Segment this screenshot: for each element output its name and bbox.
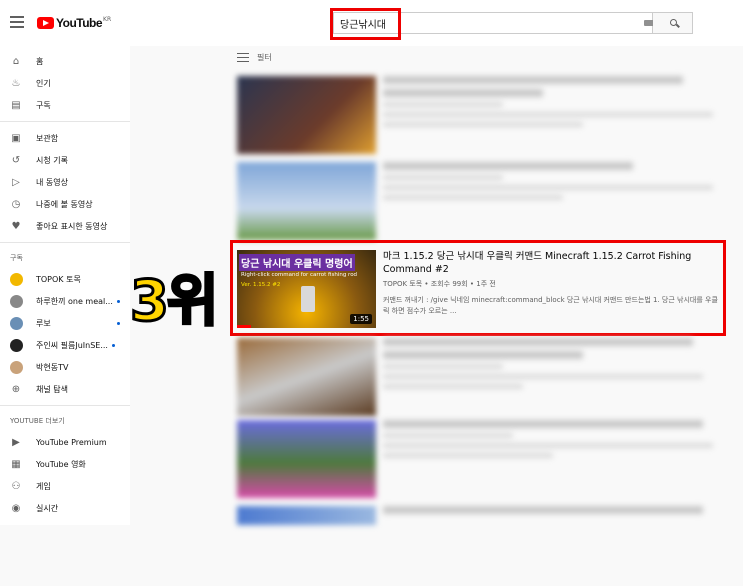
divider xyxy=(0,242,130,243)
video-thumbnail[interactable] xyxy=(237,338,376,416)
avatar xyxy=(10,360,23,374)
sidebar-item-trending[interactable]: ♨ 인기 xyxy=(0,72,130,94)
video-thumbnail[interactable] xyxy=(237,420,376,498)
video-thumbnail[interactable] xyxy=(237,162,376,240)
search-button[interactable] xyxy=(653,12,693,34)
divider xyxy=(0,121,130,122)
youtube-premium-icon: ▶ xyxy=(12,436,20,448)
sidebar-item-label: 보관함 xyxy=(36,133,59,143)
avatar xyxy=(10,316,23,330)
subscriptions-icon: ▤ xyxy=(11,99,21,111)
sidebar-item-watch-later[interactable]: ◷ 나중에 볼 동영상 xyxy=(0,193,130,215)
sidebar-item-home[interactable]: ⌂ 홈 xyxy=(0,50,130,72)
sidebar-item-label: 하루한끼 one meal... xyxy=(36,296,113,306)
more-from-youtube-heading: YOUTUBE 더보기 xyxy=(10,417,65,425)
sidebar-item-movies[interactable]: ▦ YouTube 영화 xyxy=(0,453,130,475)
add-circle-icon: ⊕ xyxy=(11,383,21,395)
logo-text: YouTube xyxy=(56,16,103,30)
new-content-dot xyxy=(111,343,115,347)
search-result[interactable] xyxy=(237,506,727,586)
movies-icon: ▦ xyxy=(11,458,21,470)
youtube-play-icon xyxy=(37,17,54,29)
like-icon: ♥ xyxy=(11,220,21,232)
result-meta xyxy=(383,162,723,205)
sidebar-item-label: 박현동TV xyxy=(36,362,69,372)
sidebar-item-gaming[interactable]: ⚇ 게임 xyxy=(0,475,130,497)
youtube-logo[interactable]: YouTube KR xyxy=(37,16,111,30)
search-result[interactable] xyxy=(237,162,727,242)
sidebar-item-label: TOPOK 토목 xyxy=(36,274,81,284)
result-meta xyxy=(383,506,723,519)
sidebar-item-browse-channels[interactable]: ⊕ 채널 탐색 xyxy=(0,378,130,400)
divider xyxy=(0,405,130,406)
sidebar-item-library[interactable]: ▣ 보관함 xyxy=(0,127,130,149)
sidebar-item-subscriptions[interactable]: ▤ 구독 xyxy=(0,94,130,116)
sidebar-item-liked[interactable]: ♥ 좋아요 표시한 동영상 xyxy=(0,215,130,237)
result-meta xyxy=(383,420,723,463)
avatar xyxy=(10,272,23,286)
new-content-dot xyxy=(116,321,120,325)
result-meta xyxy=(383,338,723,394)
avatar xyxy=(10,294,23,308)
sidebar-item-label: 홈 xyxy=(36,56,44,66)
new-content-dot xyxy=(116,299,120,303)
fire-icon: ♨ xyxy=(11,77,21,89)
filter-button[interactable]: 필터 xyxy=(237,52,272,63)
logo-region: KR xyxy=(103,15,112,23)
sidebar-item-label: 실시간 xyxy=(36,503,59,513)
watch-later-icon: ◷ xyxy=(11,198,21,210)
search-result[interactable] xyxy=(237,76,727,156)
sidebar-sub-item[interactable]: 하루한끼 one meal... xyxy=(0,290,130,312)
search-result[interactable] xyxy=(237,420,727,500)
sidebar-item-label: YouTube Premium xyxy=(36,437,107,447)
sidebar-sub-item[interactable]: 주인씨 필름JuInSE... xyxy=(0,334,130,356)
sidebar-item-live[interactable]: ◉ 실시간 xyxy=(0,497,130,519)
filter-icon xyxy=(237,52,249,63)
video-thumbnail[interactable] xyxy=(237,76,376,154)
library-icon: ▣ xyxy=(11,132,21,144)
sidebar: ⌂ 홈 ♨ 인기 ▤ 구독 ▣ 보관함 ↺ 시청 기록 ▷ 내 동영상 ◷ 나중… xyxy=(0,46,130,525)
home-icon: ⌂ xyxy=(12,55,20,67)
sidebar-sub-item[interactable]: TOPOK 토목 xyxy=(0,268,130,290)
sidebar-item-label: 게임 xyxy=(36,481,51,491)
sidebar-item-label: 시청 기록 xyxy=(36,155,68,165)
sidebar-item-label: 주인씨 필름JuInSE... xyxy=(36,340,108,350)
menu-icon[interactable] xyxy=(10,16,24,28)
live-icon: ◉ xyxy=(11,502,21,514)
sidebar-item-label: 내 동영상 xyxy=(36,177,68,187)
top-bar: YouTube KR 당근낚시대 xyxy=(0,0,743,46)
search-icon xyxy=(670,19,677,26)
gaming-icon: ⚇ xyxy=(11,480,21,492)
avatar xyxy=(10,338,23,352)
sidebar-sub-item[interactable]: 박현동TV xyxy=(0,356,130,378)
video-thumbnail[interactable] xyxy=(237,506,376,525)
result-meta xyxy=(383,76,723,132)
sidebar-item-label: 루보 xyxy=(36,318,51,328)
rank-badge: 3위 xyxy=(129,268,220,336)
search-result[interactable] xyxy=(237,338,727,418)
sidebar-item-label: 구독 xyxy=(36,100,51,110)
subscriptions-heading: 구독 xyxy=(10,254,23,262)
filter-label: 필터 xyxy=(257,53,272,62)
sidebar-item-premium[interactable]: ▶ YouTube Premium xyxy=(0,431,130,453)
my-videos-icon: ▷ xyxy=(12,176,20,188)
sidebar-item-label: 좋아요 표시한 동영상 xyxy=(36,221,108,231)
sidebar-item-label: 인기 xyxy=(36,78,51,88)
sidebar-item-my-videos[interactable]: ▷ 내 동영상 xyxy=(0,171,130,193)
sidebar-item-history[interactable]: ↺ 시청 기록 xyxy=(0,149,130,171)
result-highlight-box xyxy=(230,240,726,336)
sidebar-item-label: 나중에 볼 동영상 xyxy=(36,199,93,209)
sidebar-item-label: YouTube 영화 xyxy=(36,459,86,469)
history-icon: ↺ xyxy=(11,154,21,166)
sidebar-sub-item[interactable]: 루보 xyxy=(0,312,130,334)
search-highlight-box xyxy=(330,8,401,40)
sidebar-item-label: 채널 탐색 xyxy=(36,384,68,394)
